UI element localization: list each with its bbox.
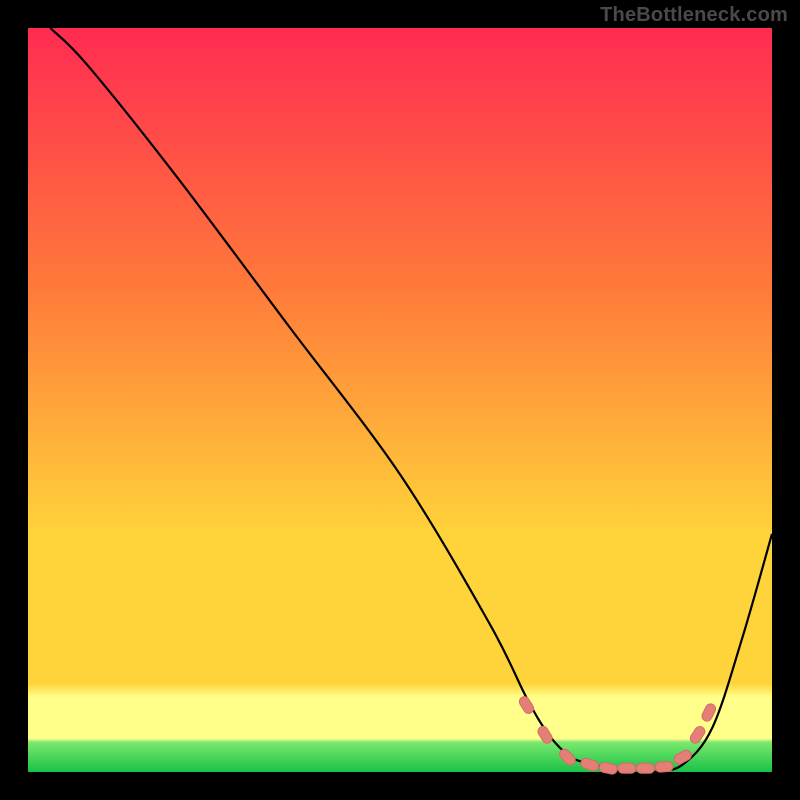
bead bbox=[655, 761, 674, 772]
watermark-text: TheBottleneck.com bbox=[600, 4, 788, 27]
chart-svg bbox=[0, 0, 800, 800]
gradient-plot-area bbox=[28, 28, 772, 772]
chart-stage: TheBottleneck.com bbox=[0, 0, 800, 800]
bead bbox=[637, 763, 655, 773]
bead bbox=[618, 763, 636, 773]
